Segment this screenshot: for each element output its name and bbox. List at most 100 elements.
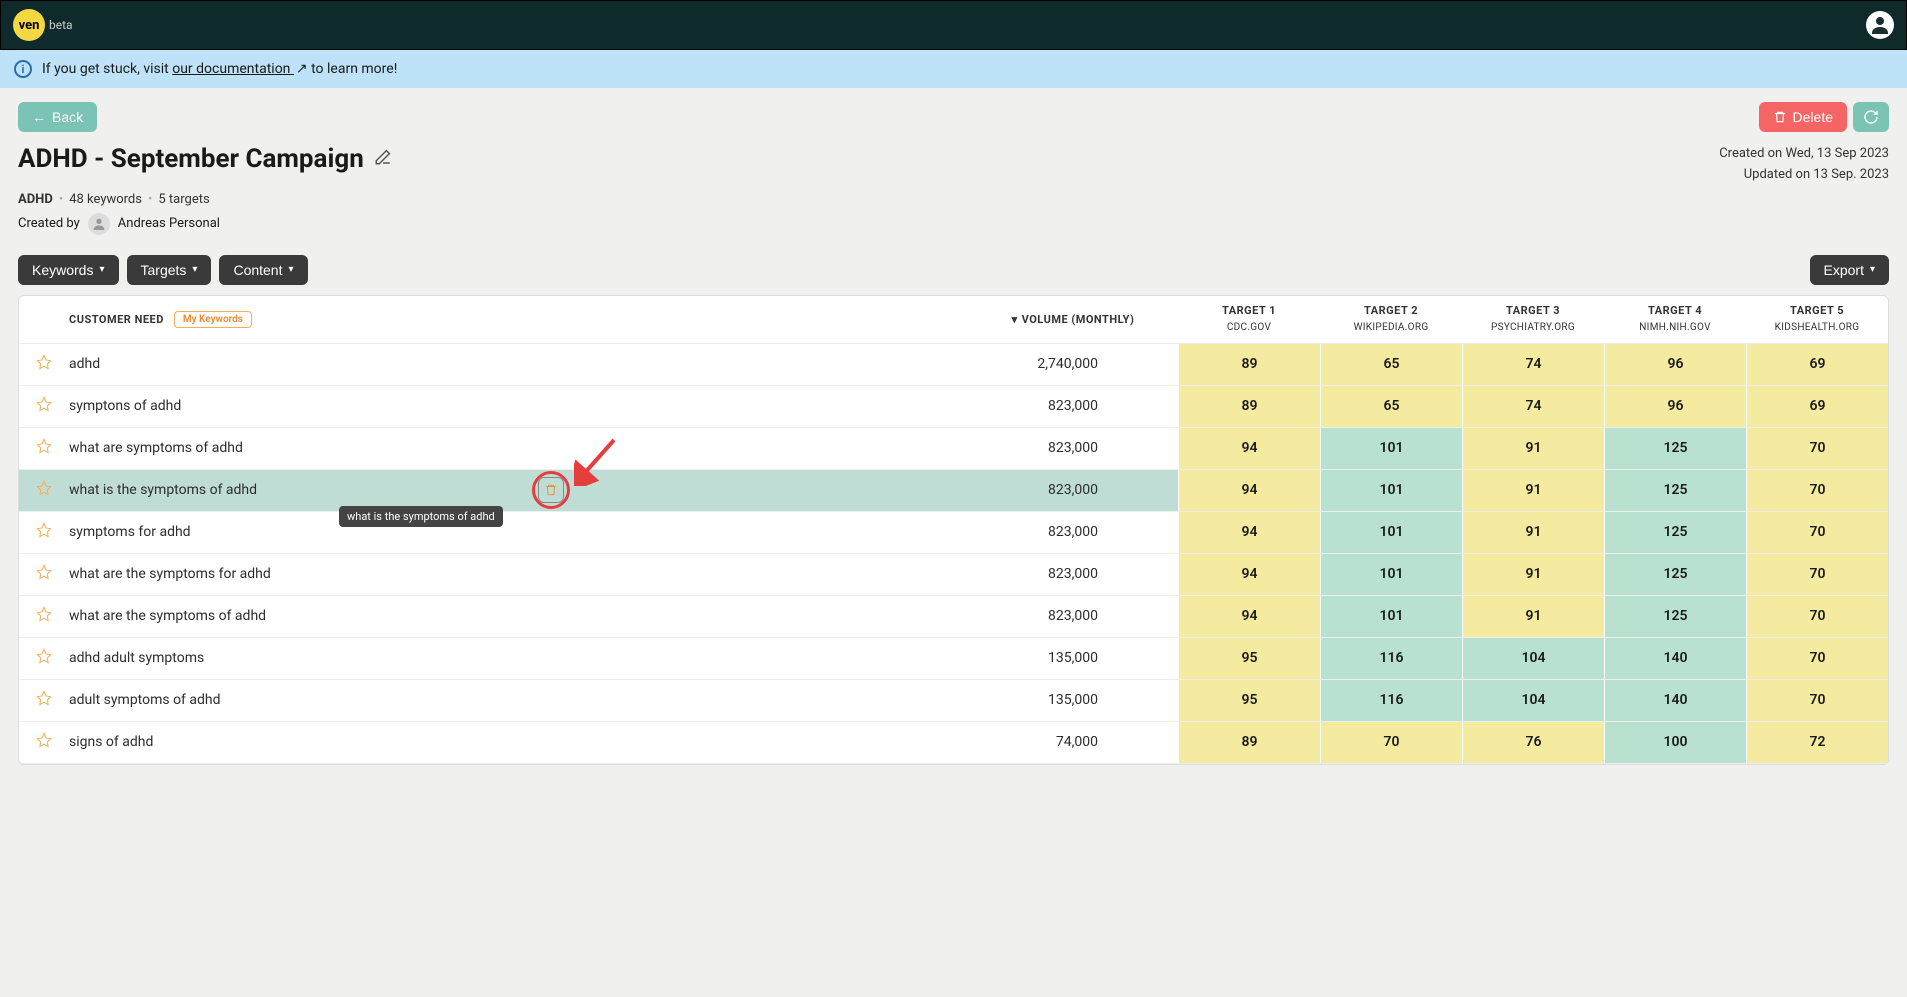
- volume-header[interactable]: ▾ VOLUME (MONTHLY): [968, 313, 1178, 326]
- user-icon: [91, 216, 107, 232]
- refresh-icon: [1863, 109, 1879, 125]
- star-button[interactable]: [19, 606, 69, 626]
- banner-text: If you get stuck, visit our documentatio…: [42, 61, 397, 77]
- star-button[interactable]: [19, 732, 69, 752]
- score-cell: 65: [1320, 386, 1462, 427]
- star-icon: [36, 648, 52, 664]
- score-cell: 96: [1604, 344, 1746, 385]
- table-header: CUSTOMER NEED My Keywords ▾ VOLUME (MONT…: [19, 296, 1888, 344]
- table-row[interactable]: what are the symptoms for adhd823,000941…: [19, 554, 1888, 596]
- arrow-left-icon: ←: [32, 109, 46, 125]
- back-button[interactable]: ← Back: [18, 102, 97, 132]
- app-logo[interactable]: ven: [13, 9, 45, 41]
- score-cell: 140: [1604, 638, 1746, 679]
- volume-cell: 823,000: [968, 566, 1178, 582]
- score-cell: 125: [1604, 554, 1746, 595]
- score-cell: 69: [1746, 386, 1888, 427]
- export-dropdown[interactable]: Export▾: [1810, 255, 1890, 285]
- keywords-dropdown[interactable]: Keywords▾: [18, 255, 119, 285]
- target-5-header[interactable]: TARGET 5KIDSHEALTH.ORG: [1746, 297, 1888, 341]
- score-cell: 74: [1462, 344, 1604, 385]
- delete-button[interactable]: Delete: [1759, 102, 1847, 132]
- star-button[interactable]: [19, 648, 69, 668]
- score-cell: 101: [1320, 554, 1462, 595]
- score-cell: 94: [1178, 428, 1320, 469]
- external-link-icon: ↗: [296, 61, 308, 77]
- keyword-tooltip: what is the symptoms of adhd: [339, 506, 503, 527]
- volume-cell: 823,000: [968, 608, 1178, 624]
- score-cell: 125: [1604, 470, 1746, 511]
- updated-date: Updated on 13 Sep. 2023: [1719, 165, 1889, 186]
- volume-cell: 823,000: [968, 482, 1178, 498]
- score-cell: 116: [1320, 680, 1462, 721]
- title-dates: Created on Wed, 13 Sep 2023 Updated on 1…: [1719, 144, 1889, 186]
- created-by-label: Created by: [18, 216, 80, 231]
- star-button[interactable]: [19, 396, 69, 416]
- star-icon: [36, 606, 52, 622]
- table-row[interactable]: symptoms for adhd823,000941019112570: [19, 512, 1888, 554]
- star-button[interactable]: [19, 480, 69, 500]
- keyword-cell: adhd adult symptoms: [69, 640, 968, 676]
- table-row[interactable]: adhd2,740,0008965749669: [19, 344, 1888, 386]
- export-label: Export: [1824, 262, 1864, 278]
- star-button[interactable]: [19, 690, 69, 710]
- star-button[interactable]: [19, 354, 69, 374]
- created-date: Created on Wed, 13 Sep 2023: [1719, 144, 1889, 165]
- star-button[interactable]: [19, 564, 69, 584]
- content-dropdown[interactable]: Content ▾: [219, 255, 307, 285]
- table-row[interactable]: signs of adhd74,00089707610072: [19, 722, 1888, 764]
- score-cell: 74: [1462, 386, 1604, 427]
- customer-need-header[interactable]: CUSTOMER NEED My Keywords: [69, 311, 968, 328]
- campaign-meta: ADHD • 48 keywords • 5 targets: [18, 192, 1889, 207]
- table-row[interactable]: what are the symptoms of adhd823,0009410…: [19, 596, 1888, 638]
- keyword-cell: what are the symptoms of adhd: [69, 598, 968, 634]
- score-cell: 94: [1178, 596, 1320, 637]
- topbar: ven beta: [0, 0, 1907, 50]
- star-icon: [36, 732, 52, 748]
- delete-keyword-button[interactable]: [532, 471, 570, 509]
- table-row[interactable]: adult symptoms of adhd135,00095116104140…: [19, 680, 1888, 722]
- volume-label: VOLUME (MONTHLY): [1022, 313, 1135, 326]
- score-cell: 72: [1746, 722, 1888, 763]
- star-button[interactable]: [19, 522, 69, 542]
- table-row[interactable]: symptons of adhd823,0008965749669: [19, 386, 1888, 428]
- targets-dropdown[interactable]: Targets▾: [127, 255, 212, 285]
- score-cell: 91: [1462, 554, 1604, 595]
- star-button[interactable]: [19, 438, 69, 458]
- banner-pre: If you get stuck, visit: [42, 61, 172, 77]
- target-count: 5 targets: [158, 192, 209, 207]
- refresh-button[interactable]: [1853, 102, 1889, 132]
- edit-title-button[interactable]: [374, 148, 392, 170]
- separator: •: [148, 192, 152, 207]
- content-label: Content: [233, 262, 282, 278]
- volume-cell: 135,000: [968, 650, 1178, 666]
- star-icon: [36, 564, 52, 580]
- score-cell: 104: [1462, 638, 1604, 679]
- keyword-count: 48 keywords: [69, 192, 142, 207]
- table-row[interactable]: what is the symptoms of adhd823,00094101…: [19, 470, 1888, 512]
- user-menu-avatar[interactable]: [1866, 11, 1894, 39]
- keyword-cell: what are the symptoms for adhd: [69, 556, 968, 592]
- target-4-header[interactable]: TARGET 4NIMH.NIH.GOV: [1604, 297, 1746, 341]
- page-title: ADHD - September Campaign: [18, 144, 364, 174]
- target-1-header[interactable]: TARGET 1CDC.GOV: [1178, 297, 1320, 341]
- my-keywords-badge[interactable]: My Keywords: [174, 311, 252, 328]
- score-cell: 89: [1178, 386, 1320, 427]
- pencil-icon: [374, 148, 392, 166]
- banner-post: to learn more!: [308, 61, 398, 77]
- score-cell: 89: [1178, 722, 1320, 763]
- target-2-header[interactable]: TARGET 2WIKIPEDIA.ORG: [1320, 297, 1462, 341]
- chevron-down-icon: ▾: [289, 264, 294, 275]
- documentation-link[interactable]: our documentation ↗: [172, 61, 307, 77]
- score-cell: 91: [1462, 512, 1604, 553]
- table-row[interactable]: adhd adult symptoms135,0009511610414070: [19, 638, 1888, 680]
- chevron-down-icon: ▾: [192, 264, 197, 275]
- score-cell: 140: [1604, 680, 1746, 721]
- target-3-header[interactable]: TARGET 3PSYCHIATRY.ORG: [1462, 297, 1604, 341]
- table-row[interactable]: what are symptoms of adhd823,00094101911…: [19, 428, 1888, 470]
- score-cell: 70: [1746, 428, 1888, 469]
- title-left: ADHD - September Campaign: [18, 144, 392, 174]
- volume-cell: 823,000: [968, 398, 1178, 414]
- keyword-cell: what is the symptoms of adhd: [69, 472, 968, 508]
- star-icon: [36, 690, 52, 706]
